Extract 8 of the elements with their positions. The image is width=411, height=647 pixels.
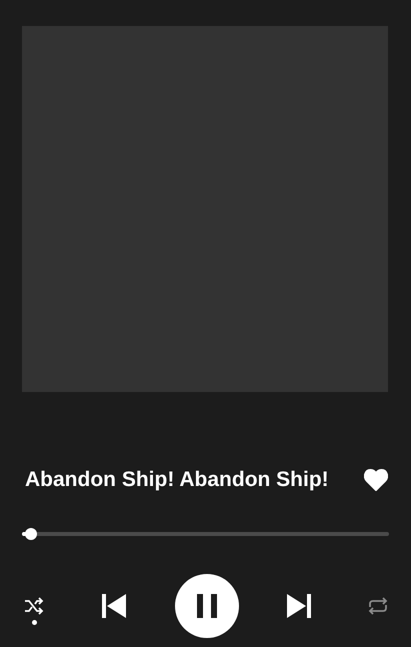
pause-icon — [196, 594, 216, 618]
filled-heart-icon[interactable] — [364, 468, 388, 491]
progress-thumb[interactable] — [25, 528, 38, 540]
shuffle-icon[interactable] — [24, 596, 44, 614]
repeat-icon[interactable] — [367, 596, 389, 614]
skip-back-icon[interactable] — [101, 594, 128, 618]
track-title: Abandon Ship! Abandon Ship! — [25, 467, 329, 493]
skip-forward-icon[interactable] — [286, 594, 312, 618]
